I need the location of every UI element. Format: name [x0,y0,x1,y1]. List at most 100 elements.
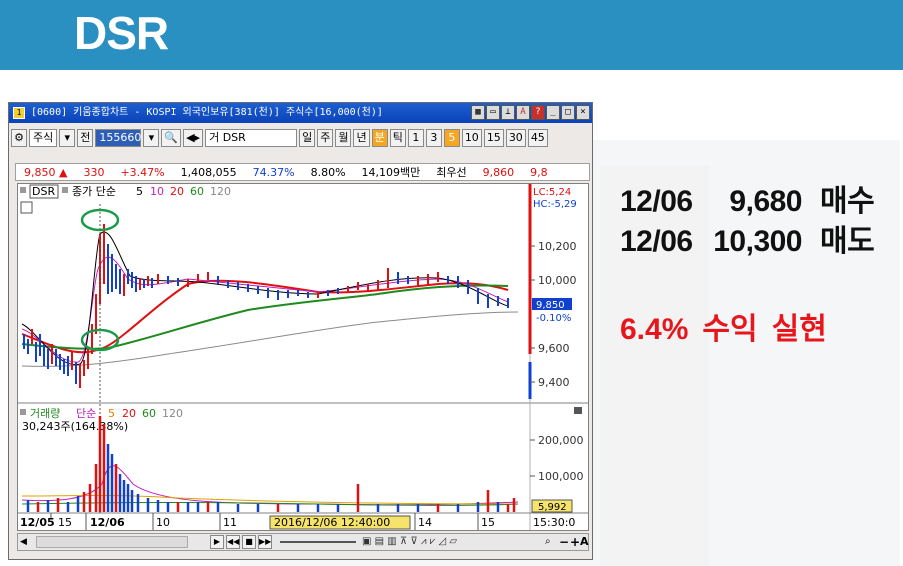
legend-ma-5: 5 [136,185,143,198]
slide: DSR 1 [0600] 키움종합차트 - KOSPI 외국인보유[381(천)… [0,0,903,566]
search-icon[interactable]: 🔍 [161,129,182,147]
period-45[interactable]: 45 [527,129,548,147]
type-label: 거 [209,131,220,144]
stock-name-field[interactable]: 거 DSR [205,129,298,147]
font-icon[interactable]: A [516,105,530,120]
price-change: 330 [83,165,105,179]
x-label-14: 14 [418,516,432,529]
trade-row-sell: 12/06 10,300 매도 [620,222,875,262]
market-select[interactable]: 주식 [29,129,58,147]
volume-ratio: 74.37% [252,165,295,179]
rewind-icon[interactable]: ◀◀ [226,535,240,549]
ask-price: 9,860 [482,165,515,179]
hc-label: HC:-5,29 [533,199,577,210]
volume-tag-text: 5,992 [538,502,567,513]
trade-date: 12/06 [620,185,693,218]
speaker-icon[interactable]: ◀▸ [183,129,204,147]
window-titlebar[interactable]: 1 [0600] 키움종합차트 - KOSPI 외국인보유[381(천)] 주식… [9,103,592,123]
play-icon[interactable]: ▶ [210,535,224,549]
trade-list: 12/06 9,680 매수 12/06 10,300 매도 [620,182,875,262]
period-tick[interactable]: 틱 [389,129,406,147]
volume-legend-ma-label: 단순 [76,407,96,420]
trade-amount: 14,109백만 [361,166,421,179]
current-price-tag-text: 9,850 [536,300,565,311]
pin-icon[interactable]: ⊥ [501,105,515,120]
chevron-down-icon[interactable]: ▾ [59,129,76,147]
volume-legend-ma-60: 60 [142,407,156,420]
period-week[interactable]: 주 [317,129,334,147]
x-label-15-b: 15 [481,516,495,529]
bid-price: 9,8 [530,165,548,179]
volume-legend-ma-5: 5 [108,407,115,420]
y-tick-10000: 10,000 [538,274,577,287]
period-1[interactable]: 1 [407,129,424,147]
current-pct-tag-text: -0.10% [536,313,571,324]
profit-label-2: 실현 [771,313,827,346]
y-tick-10200: 10,200 [538,240,577,253]
x-label-15-a: 15 [58,516,72,529]
x-label-1206: 12/06 [90,516,125,529]
stop-icon[interactable]: ■ [242,535,256,549]
panel-close-icon[interactable] [574,407,582,414]
maximize-icon[interactable]: □ [561,105,575,120]
legend-ma-120: 120 [210,185,231,198]
stock-code-input[interactable]: 155660 [95,129,142,147]
period-day[interactable]: 일 [299,129,316,147]
window-title: [0600] 키움종합차트 - KOSPI 외국인보유[381(천)] 주식수[… [31,107,383,118]
font-size-icon[interactable]: A [580,535,590,549]
trade-price: 10,300 [713,225,802,258]
mode-button[interactable]: 전 [77,129,94,147]
window-controls: ▦ ▭ ⊥ A ? _ □ × [471,105,590,121]
zoom-search-icon[interactable]: ⌕ [545,535,557,549]
y-tick-9600: 9,600 [538,342,570,355]
chart-scrollbar[interactable]: ◀ ▶ ◀◀ ■ ▶▶ ▣ ▤ ▥ ⊼ ⊽ ⩘ ⩗ ◿ ▱ ⌕ − + A [17,533,589,551]
legend-ma-20: 20 [170,185,184,198]
window-icon[interactable]: ▭ [486,105,500,120]
trade-row-buy: 12/06 9,680 매수 [620,182,875,222]
volume-legend-ma-120: 120 [162,407,183,420]
legend-ma-10: 10 [150,185,164,198]
volume-y-tick-100000: 100,000 [538,470,584,483]
zoom-in-icon[interactable]: + [570,535,580,549]
x-label-1205: 12/05 [20,516,55,529]
volume-legend-ma-20: 20 [122,407,136,420]
settings-icon[interactable]: ⚙ [11,129,27,147]
app-icon: 1 [13,107,25,119]
period-year[interactable]: 년 [353,129,370,147]
table-grid-icon[interactable] [20,201,33,214]
scroll-thumb[interactable] [36,536,188,548]
period-minute[interactable]: 분 [371,129,388,147]
chart-svg: DSR 종가 단순 5 10 20 60 120 LC:5,24 HC:-5,2… [18,184,588,530]
chart-area[interactable]: DSR 종가 단순 5 10 20 60 120 LC:5,24 HC:-5,2… [17,183,589,531]
current-price: 9,850 ▲ [24,165,68,179]
chevron-down-icon[interactable]: ▾ [143,129,160,147]
turnover: 8.80% [310,165,346,179]
x-label-11: 11 [223,516,237,529]
period-5[interactable]: 5 [443,129,460,147]
period-10[interactable]: 10 [461,129,482,147]
forward-icon[interactable]: ▶▶ [258,535,272,549]
zoom-slider[interactable] [280,541,356,543]
trade-price: 9,680 [729,185,802,218]
period-15[interactable]: 15 [483,129,504,147]
legend-ma-60: 60 [190,185,204,198]
volume-bars [26,416,516,512]
profit-label-1: 수익 [702,313,758,346]
help-icon[interactable]: ? [531,105,545,120]
period-30[interactable]: 30 [505,129,526,147]
close-icon[interactable]: × [576,105,590,120]
minimize-icon[interactable]: _ [546,105,560,120]
period-month[interactable]: 월 [335,129,352,147]
quote-info-bar: 9,850 ▲ 330 +3.47% 1,408,055 74.37% 8.80… [15,163,590,181]
drawing-tools-icon[interactable]: ▣ ▤ ▥ ⊼ ⊽ ⩘ ⩗ ◿ ▱ [362,535,542,549]
period-3[interactable]: 3 [425,129,442,147]
stock-name: DSR [222,131,246,144]
layout-icon[interactable]: ▦ [471,105,485,120]
profit-pct: 6.4% [620,313,689,346]
trade-date: 12/06 [620,225,693,258]
zoom-out-icon[interactable]: − [559,535,569,549]
x-end-time: 15:30:0 [533,516,575,529]
legend-square-icon [62,187,68,193]
scroll-left-icon[interactable]: ◀ [20,536,32,548]
trade-side: 매도 [820,225,875,258]
